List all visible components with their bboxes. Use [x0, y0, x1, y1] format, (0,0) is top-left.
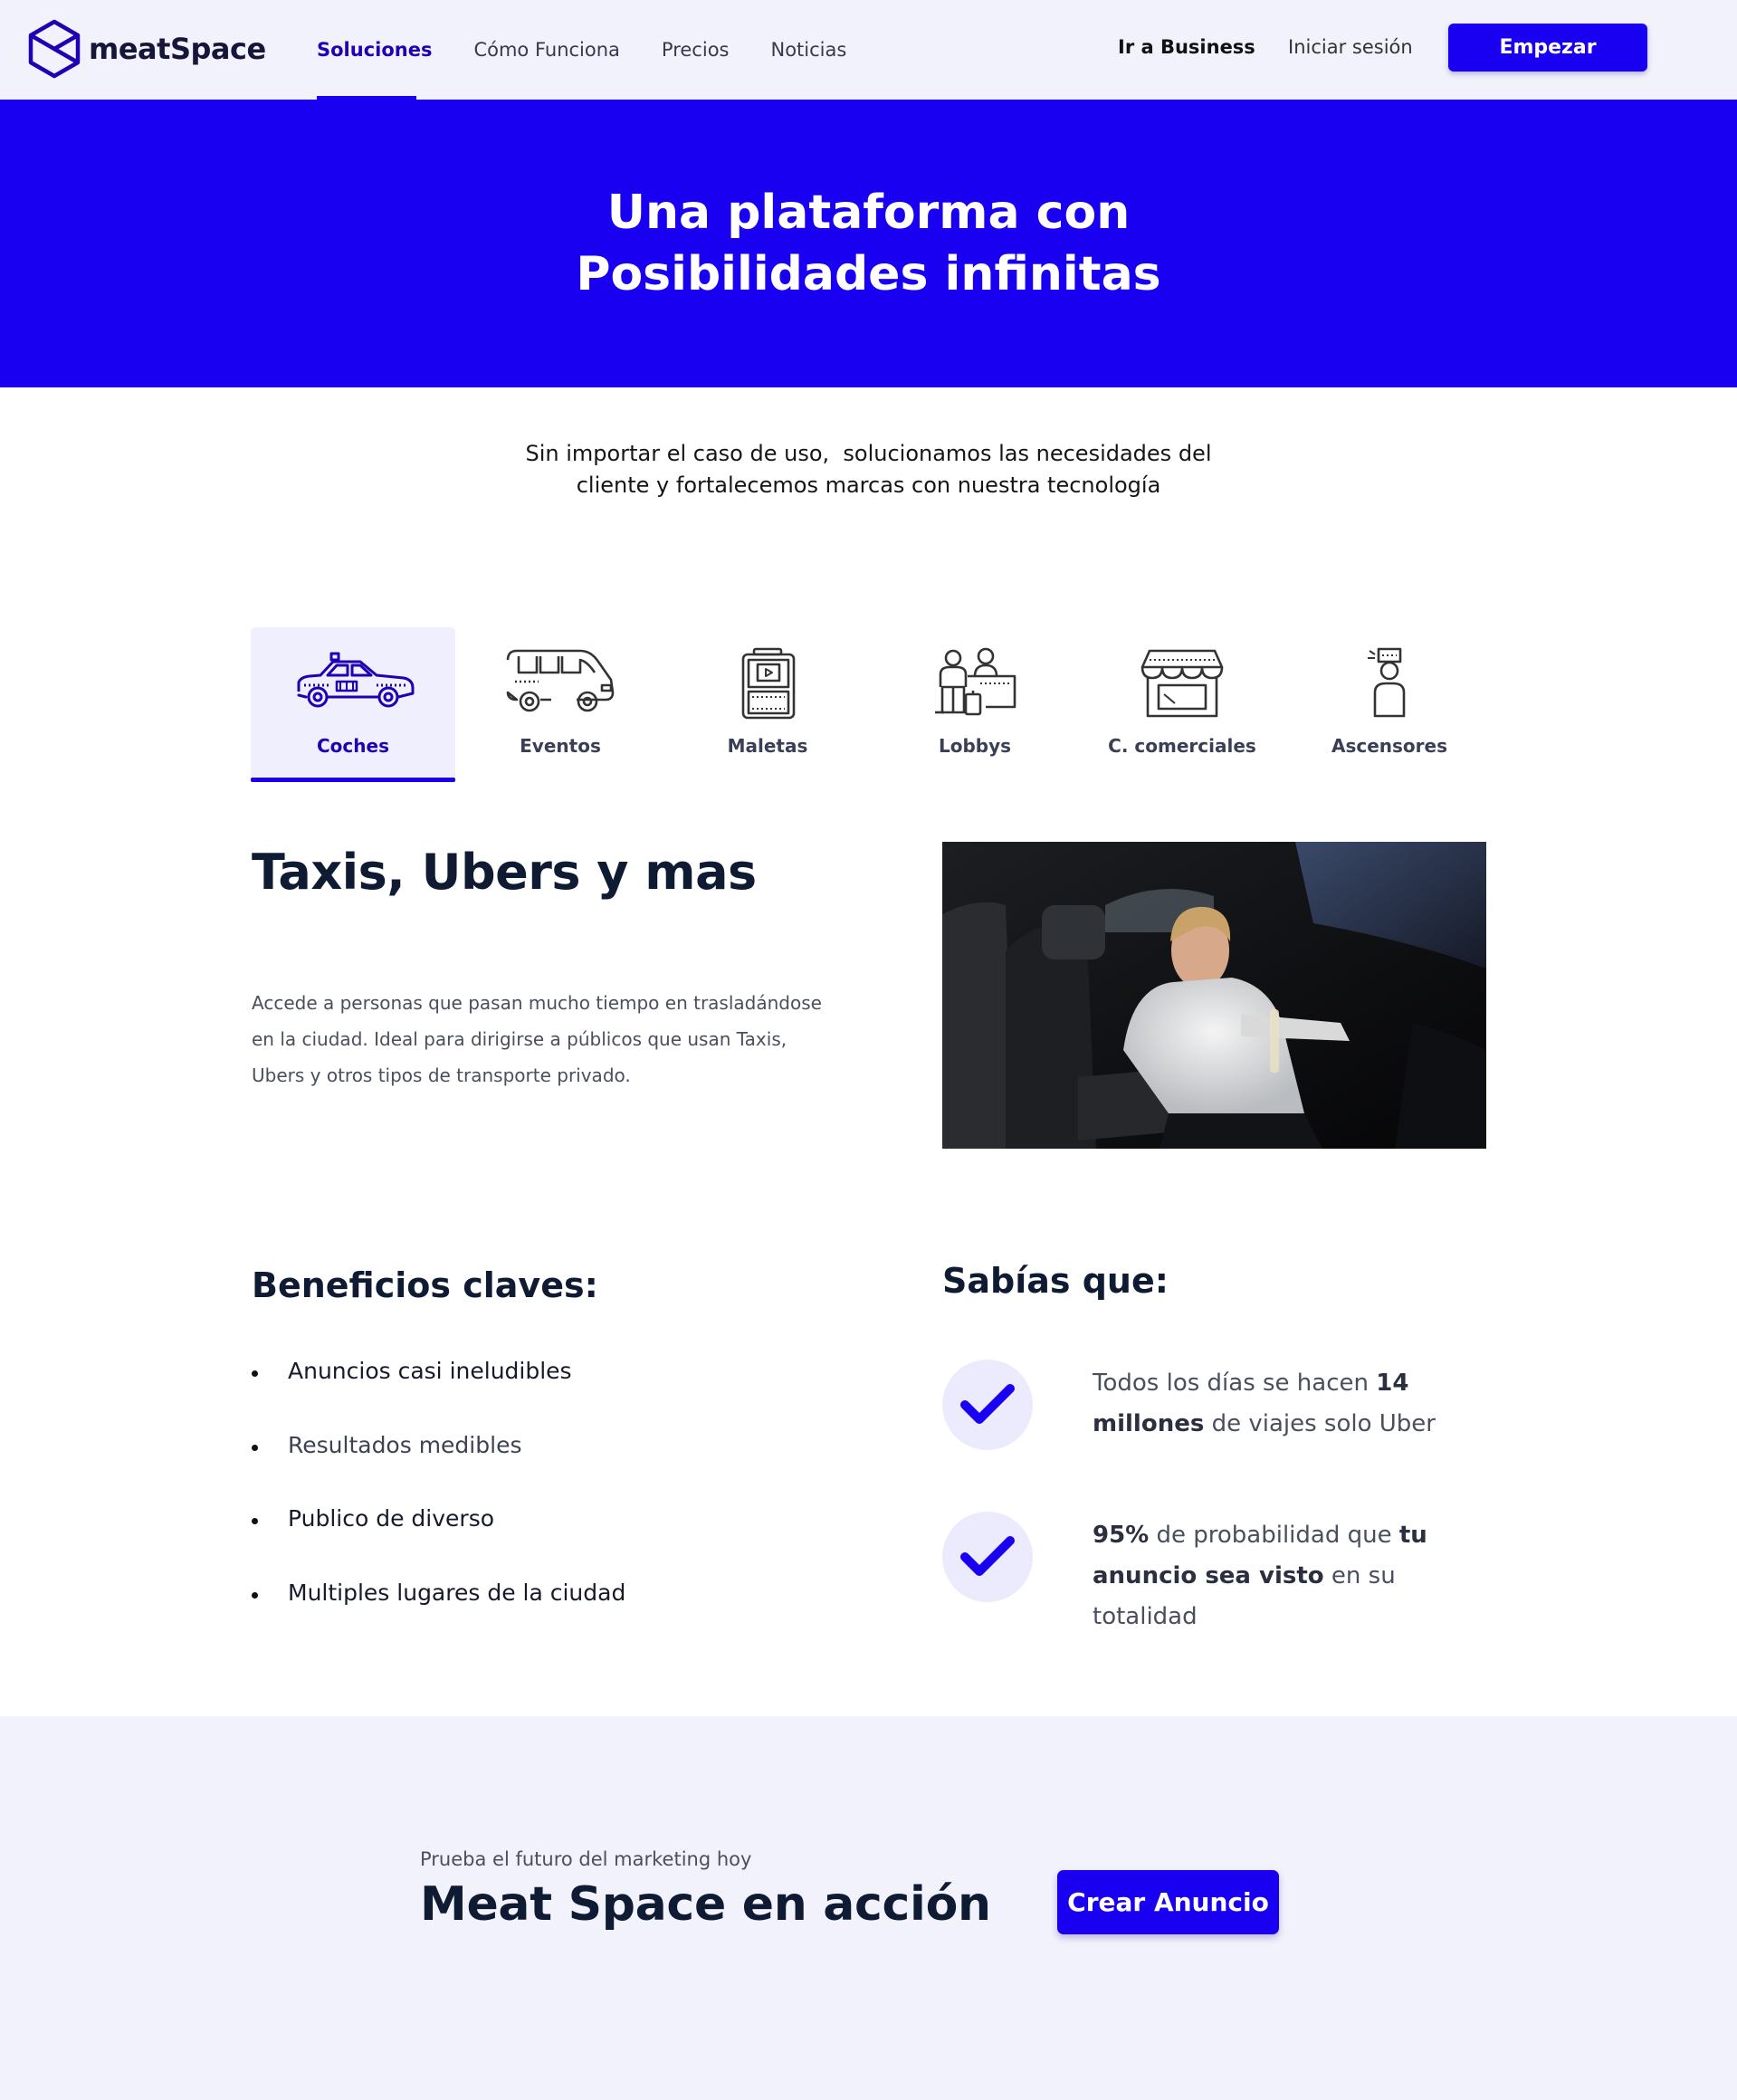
tab-eventos[interactable]: Eventos [458, 627, 663, 777]
tab-c-comerciales[interactable]: C. comerciales [1080, 627, 1284, 777]
storefront-icon [1141, 647, 1224, 720]
luggage-screen-icon [736, 647, 799, 720]
cube-logo-icon [28, 19, 81, 79]
cta-subtitle: Prueba el futuro del marketing hoy [420, 1848, 752, 1870]
passenger-photo [942, 842, 1486, 1149]
tab-coches[interactable]: Coches [251, 627, 455, 782]
tab-label: Coches [317, 735, 389, 757]
hero-title-line-2: Posibilidades infinitas [576, 247, 1161, 301]
nav-item-noticias[interactable]: Noticias [770, 0, 846, 100]
fact-highlight: 95% [1093, 1522, 1150, 1549]
fact-text-part: de probabilidad que [1149, 1522, 1399, 1549]
tab-lobbys[interactable]: Lobbys [873, 627, 1077, 777]
intro-line-1: Sin importar el caso de uso, solucionamo… [525, 441, 1212, 466]
elevator-person-icon [1362, 647, 1417, 720]
business-link[interactable]: Ir a Business [1118, 36, 1255, 58]
benefit-item: Publico de diverso [252, 1505, 625, 1580]
benefits-title: Beneficios claves: [252, 1265, 598, 1305]
check-icon [942, 1512, 1033, 1602]
logo[interactable]: meatSpace [27, 18, 266, 80]
check-icon [942, 1360, 1033, 1450]
fact-text: 95% de probabilidad que tu anuncio sea v… [1093, 1515, 1500, 1637]
section-description: Accede a personas que pasan mucho tiempo… [252, 992, 822, 1086]
hero-title-line-1: Una plataforma con [606, 186, 1131, 240]
start-button[interactable]: Empezar [1448, 24, 1647, 72]
intro-text: Sin importar el caso de uso, solucionamo… [0, 438, 1737, 501]
logo-text: meatSpace [89, 32, 266, 66]
tab-maletas[interactable]: Maletas [665, 627, 870, 777]
benefit-item: Multiples lugares de la ciudad [252, 1580, 625, 1654]
cta-title: Meat Space en acción [420, 1877, 991, 1932]
section-title: Taxis, Ubers y mas [252, 844, 757, 901]
tab-label: Ascensores [1331, 735, 1448, 757]
nav-item-soluciones[interactable]: Soluciones [317, 0, 432, 100]
cta-section: Prueba el futuro del marketing hoy Meat … [0, 1716, 1737, 2100]
van-icon [504, 647, 616, 720]
benefits-list: Anuncios casi ineludibles Resultados med… [252, 1358, 625, 1653]
benefit-item: Anuncios casi ineludibles [252, 1358, 625, 1432]
tab-label: Eventos [520, 735, 601, 757]
hero-banner: Una plataforma con Posibilidades infinit… [0, 100, 1737, 387]
nav-item-precios[interactable]: Precios [662, 0, 730, 100]
reception-icon [930, 647, 1020, 720]
fact-text-part: de viajes solo Uber [1204, 1410, 1436, 1437]
top-header: meatSpace Soluciones Cómo Funciona Preci… [0, 0, 1737, 100]
tab-ascensores[interactable]: Ascensores [1287, 627, 1492, 777]
facts-title: Sabías que: [942, 1261, 1169, 1301]
tab-label: Maletas [727, 735, 808, 757]
login-link[interactable]: Iniciar sesión [1288, 36, 1413, 58]
create-ad-button[interactable]: Crear Anuncio [1057, 1870, 1279, 1934]
fact-text: Todos los días se hacen 14 millones de v… [1093, 1363, 1500, 1445]
intro-line-2: cliente y fortalecemos marcas con nuestr… [576, 472, 1161, 498]
tab-label: C. comerciales [1108, 735, 1256, 757]
main-nav: Soluciones Cómo Funciona Precios Noticia… [317, 0, 888, 100]
fact-text-part: Todos los días se hacen [1093, 1370, 1377, 1397]
tab-label: Lobbys [938, 735, 1012, 757]
benefit-item: Resultados medibles [252, 1432, 625, 1506]
taxi-icon [290, 647, 416, 720]
nav-item-como-funciona[interactable]: Cómo Funciona [473, 0, 619, 100]
